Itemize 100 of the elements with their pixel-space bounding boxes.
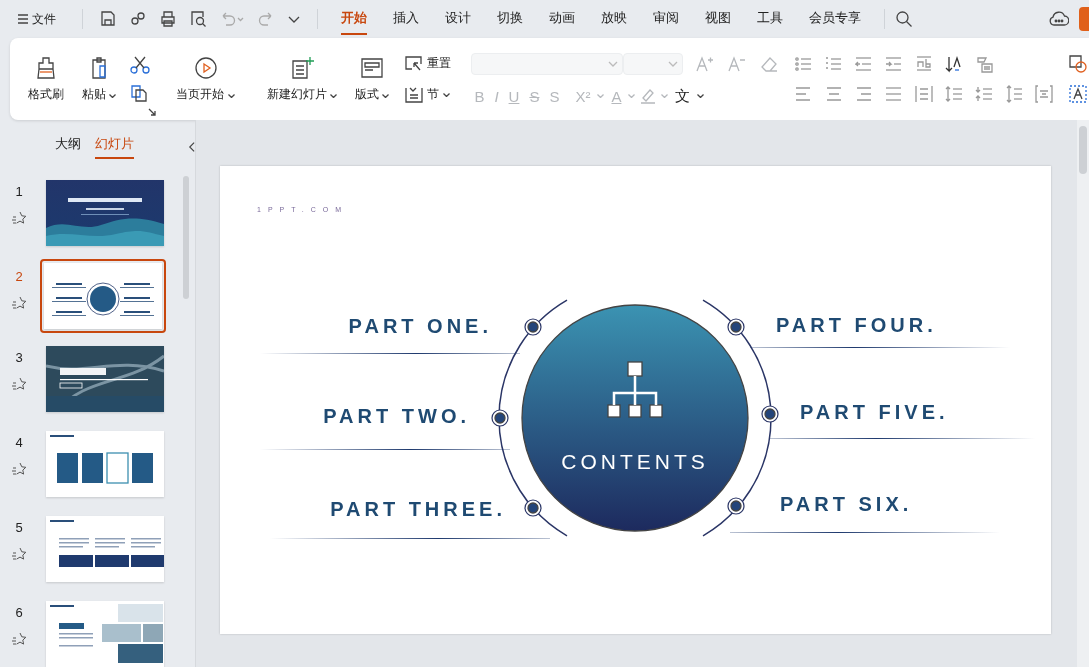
- hierarchy-icon: [607, 361, 663, 418]
- text-align-icon[interactable]: [1035, 85, 1054, 103]
- scrollbar-thumb[interactable]: [183, 176, 189, 299]
- slide-thumbnail[interactable]: [46, 180, 164, 246]
- format-painter-button[interactable]: 格式刷: [24, 53, 68, 105]
- caret-icon: [597, 94, 605, 98]
- print-icon[interactable]: [159, 10, 177, 28]
- link-icon[interactable]: [129, 10, 147, 28]
- panel-tab[interactable]: 幻灯片: [95, 135, 134, 159]
- caret-icon: [109, 93, 117, 98]
- contents-title: CONTENTS: [560, 450, 710, 474]
- distribute-icon[interactable]: [915, 85, 934, 103]
- reset-button[interactable]: 重置: [403, 53, 454, 74]
- collapse-icon[interactable]: [188, 141, 195, 153]
- caret-icon: [628, 94, 636, 98]
- caret-icon: [227, 93, 235, 98]
- align-right-icon[interactable]: [855, 85, 874, 103]
- ribbon-tab[interactable]: 视图: [705, 3, 731, 35]
- ribbon-tab[interactable]: 审阅: [653, 3, 679, 35]
- part-heading: PART FIVE.: [800, 401, 949, 424]
- star-icon[interactable]: [12, 547, 26, 560]
- section-icon: [405, 86, 424, 103]
- font-name-field[interactable]: [471, 52, 624, 75]
- grow-font-icon[interactable]: [695, 54, 716, 73]
- caret-icon: [661, 94, 669, 98]
- ribbon-tab[interactable]: 设计: [445, 3, 471, 35]
- caret-icon: [330, 93, 338, 98]
- slide-number: 3: [15, 350, 23, 365]
- new-slide-button[interactable]: 新建幻灯片: [262, 53, 342, 105]
- chevron-icon: [608, 60, 619, 67]
- panel-tab[interactable]: 大纲: [55, 135, 81, 159]
- search-icon[interactable]: [895, 10, 913, 28]
- start-slideshow-button[interactable]: 当页开始: [172, 53, 239, 105]
- slide-thumbnail[interactable]: [46, 516, 164, 582]
- scrollbar-thumb[interactable]: [1079, 126, 1087, 174]
- justify-icon[interactable]: [885, 85, 904, 103]
- scrollbar-track[interactable]: [1077, 120, 1089, 667]
- star-icon[interactable]: [12, 462, 26, 475]
- brush-icon: [34, 55, 58, 80]
- star-icon[interactable]: [12, 296, 26, 309]
- caret-icon: [443, 92, 451, 97]
- indent-icon[interactable]: [885, 55, 904, 73]
- slide-number: 2: [15, 269, 23, 284]
- highlighter-icon[interactable]: [639, 87, 658, 105]
- star-icon[interactable]: [12, 632, 26, 645]
- slide-thumbnail[interactable]: [44, 263, 162, 329]
- slide-thumbnail[interactable]: [46, 431, 164, 497]
- ribbon-tab[interactable]: 开始: [341, 3, 367, 35]
- play-icon: [193, 55, 218, 80]
- paragraph-spacing-icon[interactable]: [975, 85, 994, 103]
- ribbon-tab[interactable]: 动画: [549, 3, 575, 35]
- font-format-button[interactable]: 文: [672, 86, 694, 106]
- cloud-chat-icon[interactable]: [1049, 10, 1069, 28]
- shrink-font-icon[interactable]: [727, 54, 748, 73]
- numbered-list-icon[interactable]: [825, 55, 844, 73]
- bullet-list-icon[interactable]: [795, 55, 814, 73]
- launcher-icon[interactable]: [148, 108, 157, 116]
- node-dot: [491, 409, 509, 427]
- node-dot: [524, 499, 542, 517]
- slide-thumbnail[interactable]: [46, 346, 164, 412]
- paste-button[interactable]: 粘贴: [78, 53, 121, 105]
- vertical-align-icon[interactable]: [1005, 85, 1024, 103]
- caret-icon: [697, 94, 705, 98]
- star-icon[interactable]: [12, 211, 26, 224]
- account-button[interactable]: [1079, 7, 1089, 31]
- menu-icon: [18, 14, 28, 24]
- save-icon[interactable]: [99, 10, 117, 28]
- line-spacing-icon[interactable]: [945, 85, 964, 103]
- part-heading: PART ONE.: [348, 315, 492, 338]
- layout-button[interactable]: 版式: [351, 53, 394, 105]
- star-icon[interactable]: [12, 377, 26, 390]
- sort-icon[interactable]: [945, 55, 964, 73]
- shape-icon[interactable]: [1069, 55, 1088, 73]
- node-dot: [727, 497, 745, 515]
- reset-icon: [405, 55, 424, 72]
- part-heading: PART THREE.: [330, 498, 506, 521]
- ribbon-tab[interactable]: 插入: [393, 3, 419, 35]
- font-size-field[interactable]: [623, 52, 684, 75]
- slide-number: 4: [15, 435, 23, 450]
- copy-icon[interactable]: [130, 84, 149, 102]
- ribbon-tab[interactable]: 切换: [497, 3, 523, 35]
- part-heading: PART FOUR.: [776, 314, 937, 337]
- align-center-icon[interactable]: [825, 85, 844, 103]
- ribbon-tab[interactable]: 会员专享: [809, 3, 861, 35]
- slide-thumbnail[interactable]: [46, 601, 164, 667]
- text-box-icon[interactable]: [975, 55, 994, 73]
- new-slide-icon: [289, 55, 314, 80]
- slide-number: 1: [15, 184, 23, 199]
- cut-icon[interactable]: [130, 56, 151, 74]
- ribbon-tab[interactable]: 放映: [601, 3, 627, 35]
- text-direction-icon[interactable]: [915, 55, 934, 73]
- part-heading: PART SIX.: [780, 493, 913, 516]
- preview-icon[interactable]: [189, 10, 207, 28]
- ribbon-tab[interactable]: 工具: [757, 3, 783, 35]
- outdent-icon[interactable]: [855, 55, 874, 73]
- section-button[interactable]: 节: [403, 84, 454, 105]
- textbox-icon[interactable]: [1069, 85, 1088, 103]
- layout-icon: [360, 55, 385, 80]
- file-menu[interactable]: 文件: [16, 8, 58, 30]
- part-heading: PART TWO.: [323, 405, 470, 428]
